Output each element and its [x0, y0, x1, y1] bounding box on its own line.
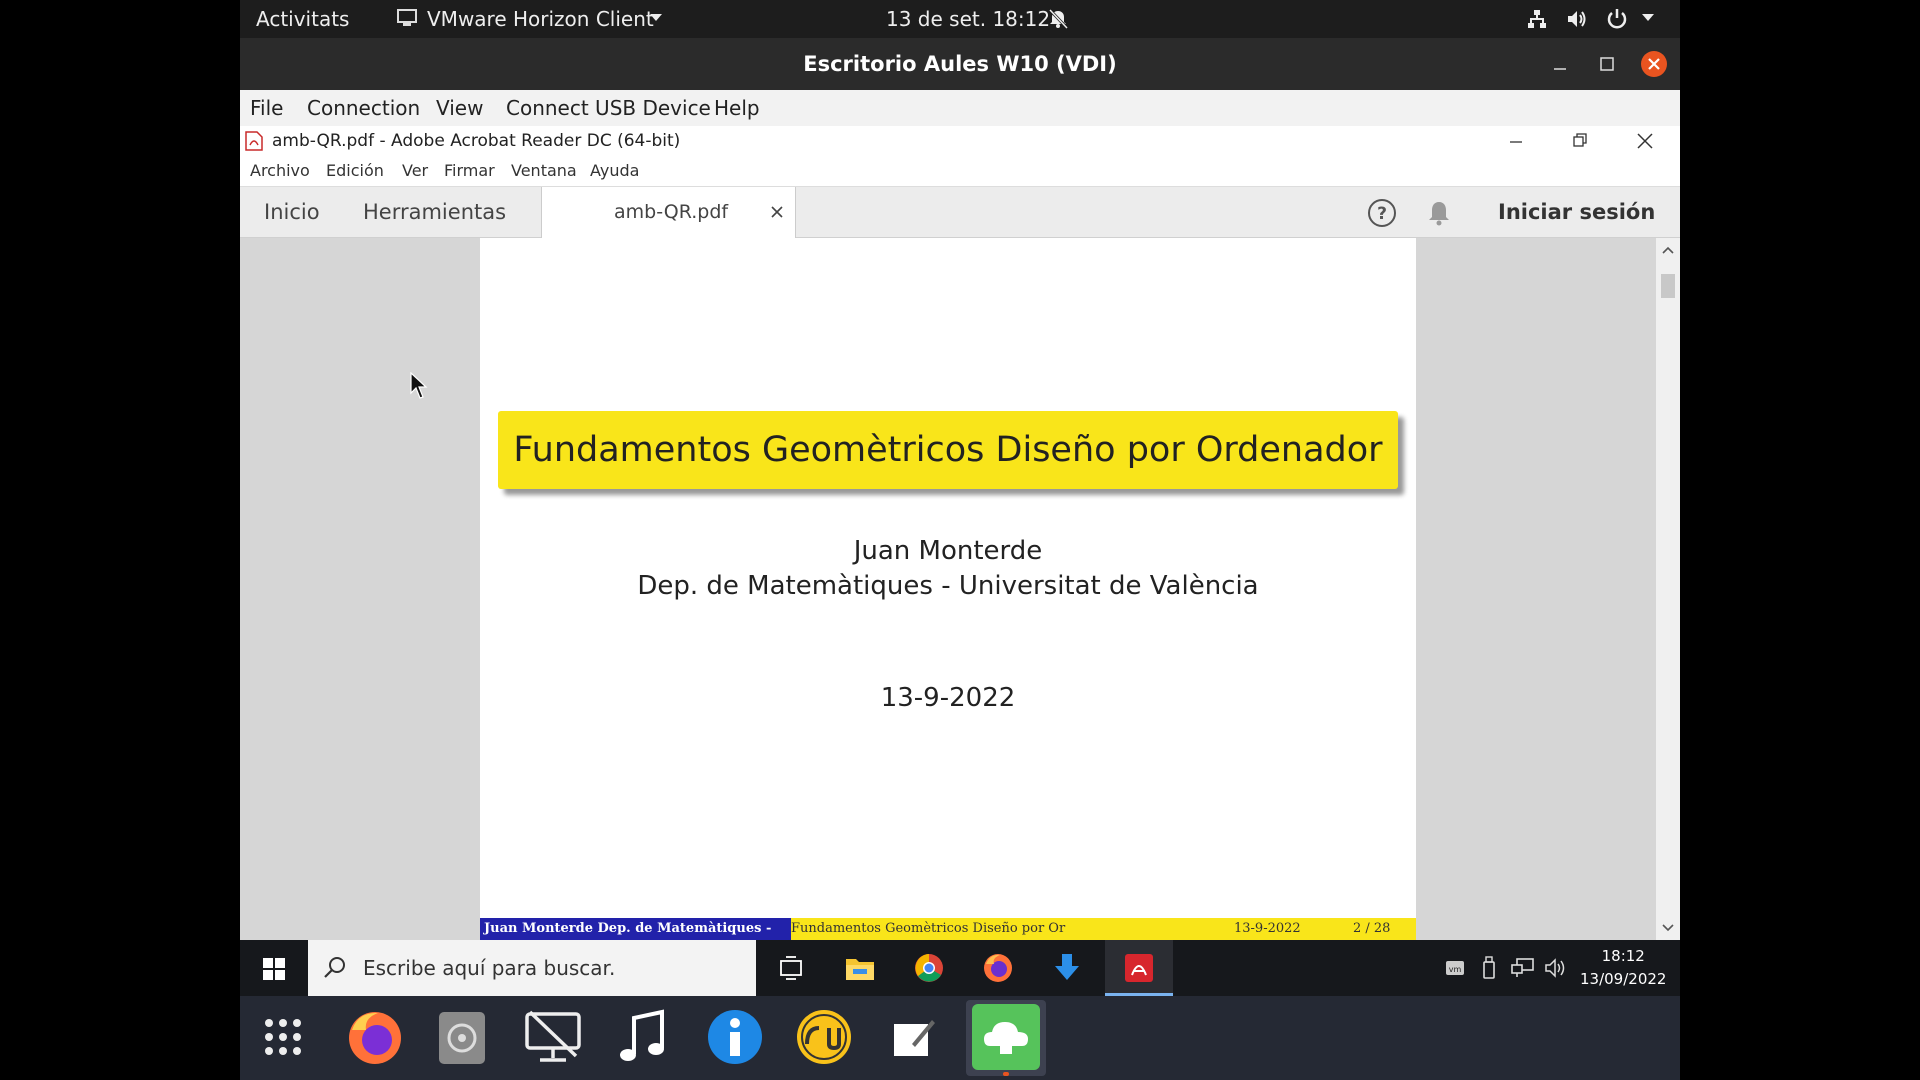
volume-icon[interactable]: [1566, 8, 1588, 30]
menu-connect-usb-device[interactable]: Connect USB Device: [506, 96, 711, 120]
search-placeholder: Escribe aquí para buscar.: [363, 956, 616, 980]
pdf-page: Fundamentos Geomètricos Diseño por Orden…: [480, 238, 1416, 940]
download-icon[interactable]: [1053, 952, 1081, 984]
horizon-menu-bar: File Connection View Connect USB Device …: [240, 90, 1680, 126]
slide-author: Juan Monterde: [853, 536, 1043, 566]
slide-date: 13-9-2022: [880, 683, 1016, 713]
acrobat-window-title: amb-QR.pdf - Adobe Acrobat Reader DC (64…: [272, 131, 681, 151]
tab-document-label: amb-QR.pdf: [614, 201, 729, 223]
scroll-thumb[interactable]: [1661, 274, 1675, 298]
horizon-dock-item[interactable]: [966, 1000, 1046, 1076]
windows-start-icon[interactable]: [262, 957, 286, 981]
menu-help[interactable]: Help: [714, 96, 760, 120]
ubuntu-dock: [240, 996, 1680, 1080]
slide-footer-bar: Fundamentos Geomètricos Diseño por Or 13…: [791, 918, 1416, 940]
slide-footer-page: 2 / 28: [1353, 921, 1391, 936]
acrobat-close-icon[interactable]: [1636, 132, 1654, 150]
maximize-icon[interactable]: [1599, 56, 1615, 72]
screen: Activitats VMware Horizon Client 13 de s…: [0, 0, 1920, 1080]
pdf-file-icon: [245, 131, 263, 151]
firefox-icon[interactable]: [346, 1008, 404, 1066]
acrobat-tab-bar: Inicio Herramientas amb-QR.pdf ? Iniciar…: [240, 186, 1680, 239]
menu-view[interactable]: View: [436, 96, 483, 120]
system-menu-chevron-icon[interactable]: [1642, 14, 1654, 22]
volume-tray-icon[interactable]: [1544, 957, 1568, 979]
edit-note-icon[interactable]: [892, 1016, 936, 1058]
firefox-taskbar-icon[interactable]: [982, 952, 1014, 984]
windows-taskbar: Escribe aquí para buscar. vm 18:12 13/09…: [240, 940, 1680, 996]
tab-document[interactable]: amb-QR.pdf: [541, 187, 796, 239]
network-icon[interactable]: [1526, 8, 1548, 30]
close-icon[interactable]: [1640, 50, 1668, 78]
vmware-tray-icon[interactable]: vm: [1445, 958, 1465, 978]
sign-in-button[interactable]: Iniciar sesión: [1498, 200, 1655, 224]
network-tray-icon[interactable]: [1511, 957, 1535, 979]
running-indicator: [1003, 1072, 1009, 1076]
acrobat-title-bar: amb-QR.pdf - Adobe Acrobat Reader DC (64…: [240, 126, 1680, 156]
acrobat-minimize-icon[interactable]: [1508, 134, 1524, 150]
chevron-down-icon: [650, 14, 662, 21]
tab-herramientas[interactable]: Herramientas: [363, 200, 506, 224]
taskbar-clock[interactable]: 18:12 13/09/2022: [1580, 945, 1666, 991]
slide-footer-author: Juan Monterde Dep. de Matemàtiques -: [480, 918, 791, 940]
menu-firmar[interactable]: Firmar: [444, 161, 495, 180]
notifications-bell-icon[interactable]: [1426, 199, 1452, 227]
gnome-top-bar: Activitats VMware Horizon Client 13 de s…: [240, 0, 1680, 38]
svg-text:vm: vm: [1449, 965, 1462, 974]
remote-desktop-icon[interactable]: [524, 1010, 582, 1064]
taskbar-time: 18:12: [1601, 947, 1645, 965]
acrobat-restore-icon[interactable]: [1572, 132, 1588, 148]
scroll-up-icon[interactable]: [1662, 246, 1674, 254]
chrome-icon[interactable]: [914, 953, 944, 983]
tab-close-icon[interactable]: [771, 206, 783, 218]
slide-footer-date: 13-9-2022: [1234, 921, 1301, 936]
menu-connection[interactable]: Connection: [307, 96, 420, 120]
menu-archivo[interactable]: Archivo: [250, 161, 310, 180]
menu-edicion[interactable]: Edición: [326, 161, 384, 180]
svg-text:?: ?: [1377, 204, 1387, 224]
slide-affiliation: Dep. de Matemàtiques - Universitat de Va…: [637, 571, 1259, 601]
task-view-icon[interactable]: [778, 956, 804, 980]
acrobat-menu-bar: Archivo Edición Ver Firmar Ventana Ayuda: [240, 156, 1680, 186]
menu-ayuda[interactable]: Ayuda: [590, 161, 639, 180]
menu-file[interactable]: File: [250, 96, 283, 120]
horizon-app-icon: [397, 9, 417, 26]
acrobat-taskbar-button[interactable]: [1105, 940, 1173, 996]
minimize-icon[interactable]: [1552, 56, 1568, 72]
app-menu-button[interactable]: VMware Horizon Client: [427, 7, 654, 31]
clock[interactable]: 13 de set. 18:12: [886, 7, 1050, 31]
scroll-down-icon[interactable]: [1662, 924, 1674, 932]
search-icon: [324, 957, 345, 978]
taskbar-date: 13/09/2022: [1580, 970, 1667, 988]
activities-button[interactable]: Activitats: [256, 7, 349, 31]
slide-title: Fundamentos Geomètricos Diseño por Orden…: [513, 430, 1383, 470]
power-icon[interactable]: [1606, 8, 1628, 30]
info-icon[interactable]: [706, 1008, 764, 1066]
notifications-off-icon: [1048, 8, 1069, 30]
horizon-window-title: Escritorio Aules W10 (VDI): [803, 52, 1117, 76]
mouse-cursor-icon: [410, 372, 428, 399]
vertical-scrollbar[interactable]: [1656, 238, 1680, 940]
vmware-horizon-icon: [972, 1004, 1040, 1070]
disk-app-icon[interactable]: [438, 1011, 486, 1065]
tab-inicio[interactable]: Inicio: [264, 200, 320, 224]
horizon-title-bar: Escritorio Aules W10 (VDI): [240, 38, 1680, 90]
music-icon[interactable]: [618, 1008, 666, 1066]
menu-ver[interactable]: Ver: [402, 161, 428, 180]
slide-title-box: Fundamentos Geomètricos Diseño por Orden…: [498, 411, 1398, 489]
slide-footer-title: Fundamentos Geomètricos Diseño por Or: [791, 921, 1066, 936]
help-icon[interactable]: ?: [1367, 198, 1397, 228]
file-explorer-icon[interactable]: [845, 955, 875, 981]
menu-ventana[interactable]: Ventana: [511, 161, 577, 180]
usb-tray-icon[interactable]: [1481, 956, 1497, 980]
taskbar-search-box[interactable]: Escribe aquí para buscar.: [308, 940, 756, 996]
show-applications-icon[interactable]: [264, 1018, 302, 1056]
acrobat-app-icon: [1125, 954, 1153, 982]
cau-logo-icon[interactable]: [795, 1008, 853, 1066]
